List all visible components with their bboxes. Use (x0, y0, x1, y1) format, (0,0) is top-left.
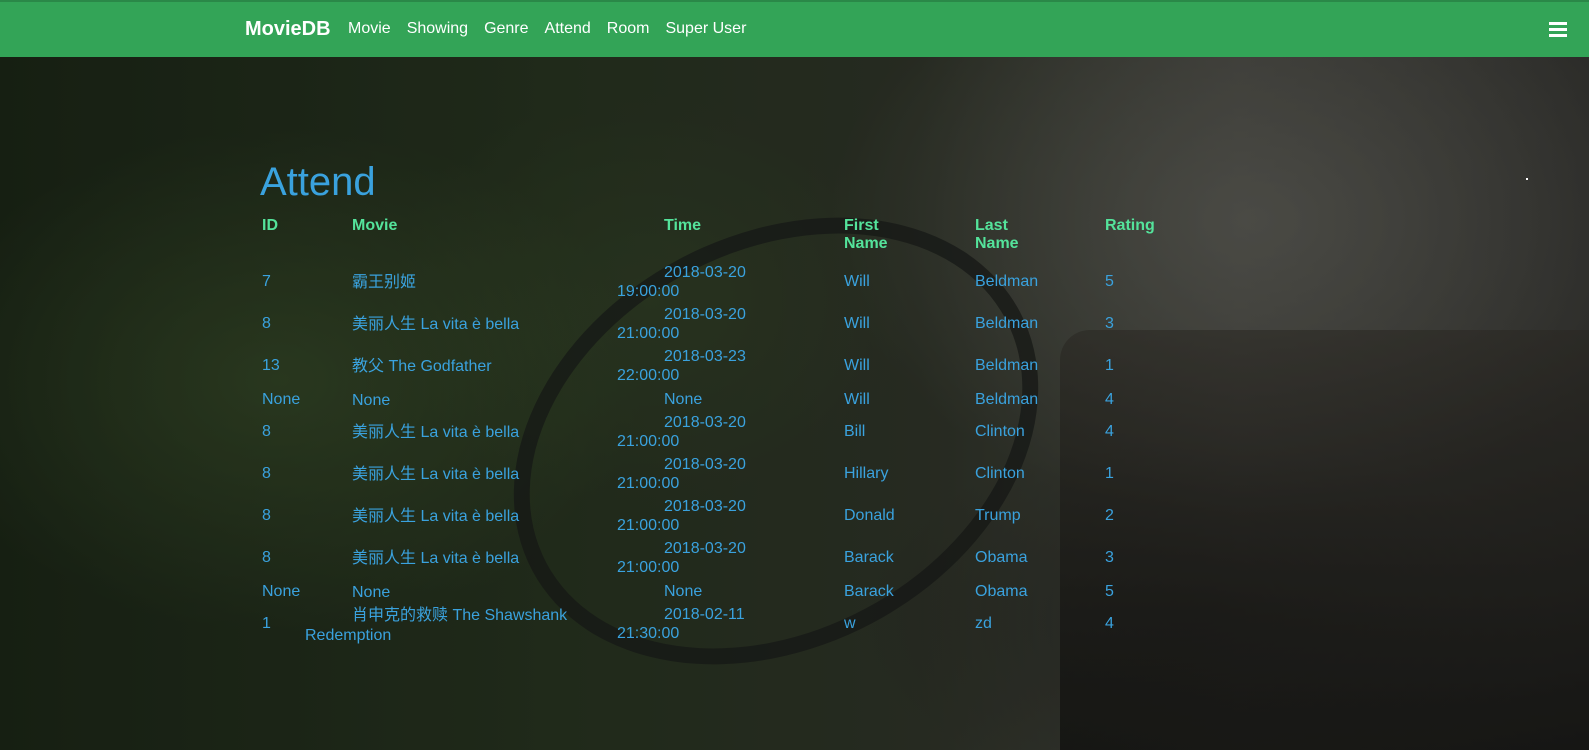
table-cell-time-date: None (664, 583, 703, 600)
table-cell-time-clock: 21:30:00 (617, 625, 680, 642)
table-cell-rating: 5 (1105, 583, 1114, 600)
nav-link-attend[interactable]: Attend (545, 20, 591, 38)
table-cell-last-name: Clinton (975, 423, 1025, 440)
table-cell-first-name: Hillary (844, 465, 889, 482)
header-time: Time (664, 217, 702, 234)
table-cell-time-clock: 22:00:00 (617, 367, 680, 384)
table-cell-id: 8 (262, 549, 271, 566)
header-rating: Rating (1105, 217, 1155, 234)
table-cell-time-clock: 21:00:00 (617, 325, 680, 342)
table-cell-time-date: 2018-03-20 (664, 540, 746, 557)
table-cell-time-clock: 21:00:00 (617, 433, 680, 450)
table-cell-rating: 2 (1105, 507, 1114, 524)
table-cell-time-date: 2018-03-20 (664, 456, 746, 473)
navbar: MovieDB Movie Showing Genre Attend Room … (0, 0, 1589, 57)
table-cell-id: 13 (262, 357, 280, 374)
table-cell-movie[interactable]: 美丽人生 La vita è bella (352, 423, 519, 442)
table-cell-rating: 1 (1105, 357, 1114, 374)
table-cell-last-name: Obama (975, 583, 1028, 600)
table-cell-time-date: 2018-03-20 (664, 264, 746, 281)
header-first-name: First Name (844, 217, 888, 252)
table-cell-id: 8 (262, 465, 271, 482)
nav-link-genre[interactable]: Genre (484, 20, 528, 38)
table-cell-rating: 5 (1105, 273, 1114, 290)
table-cell-rating: 1 (1105, 465, 1114, 482)
brand-link[interactable]: MovieDB (245, 18, 331, 41)
page-title: Attend (260, 160, 376, 204)
table-cell-movie[interactable]: 美丽人生 La vita è bella (352, 549, 519, 568)
table-cell-first-name: Will (844, 315, 870, 332)
table-cell-last-name: Obama (975, 549, 1028, 566)
nav-link-movie[interactable]: Movie (348, 20, 391, 38)
table-cell-rating: 4 (1105, 423, 1114, 440)
table-cell-first-name: Will (844, 273, 870, 290)
nav-link-super-user[interactable]: Super User (665, 20, 746, 38)
table-cell-rating: 4 (1105, 391, 1114, 408)
table-cell-movie[interactable]: 美丽人生 La vita è bella (352, 507, 519, 526)
background-overlay (0, 0, 1589, 750)
table-cell-last-name: Beldman (975, 315, 1039, 332)
table-cell-movie[interactable]: 霸王别姬 (352, 273, 416, 292)
table-cell-last-name: Clinton (975, 465, 1025, 482)
table-cell-first-name: Bill (844, 423, 866, 440)
table-cell-movie[interactable]: 教父 The Godfather (352, 357, 492, 376)
table-cell-id: 7 (262, 273, 271, 290)
table-cell-last-name: zd (975, 615, 992, 632)
table-cell-time-date: 2018-03-20 (664, 414, 746, 431)
table-cell-first-name: Barack (844, 549, 894, 566)
table-cell-first-name: Barack (844, 583, 894, 600)
table-cell-last-name: Beldman (975, 391, 1039, 408)
table-cell-time-date: 2018-03-20 (664, 306, 746, 323)
table-cell-id: 8 (262, 507, 271, 524)
table-cell-time-clock: 21:00:00 (617, 475, 680, 492)
nav-link-room[interactable]: Room (607, 20, 650, 38)
table-cell-first-name: w (844, 615, 856, 632)
table-cell-rating: 3 (1105, 549, 1114, 566)
nav-links: Movie Showing Genre Attend Room Super Us… (348, 20, 762, 38)
header-last-name: Last Name (975, 217, 1019, 252)
table-cell-time-date: None (664, 391, 703, 408)
table-cell-movie[interactable]: None (352, 391, 390, 410)
table-cell-time-clock: 21:00:00 (617, 517, 680, 534)
table-cell-movie[interactable]: 美丽人生 La vita è bella (352, 315, 519, 334)
decorative-dot (1526, 178, 1528, 180)
header-id: ID (262, 217, 278, 234)
table-cell-id: None (262, 391, 301, 408)
table-cell-id: 8 (262, 315, 271, 332)
table-cell-last-name: Beldman (975, 357, 1039, 374)
table-cell-time-date: 2018-03-23 (664, 348, 746, 365)
table-cell-id: 1 (262, 615, 271, 632)
hamburger-icon[interactable] (1549, 22, 1567, 38)
table-cell-movie-line2[interactable]: Redemption (305, 626, 391, 645)
table-cell-first-name: Will (844, 391, 870, 408)
table-cell-first-name: Donald (844, 507, 895, 524)
table-cell-movie[interactable]: None (352, 583, 390, 602)
table-cell-time-clock: 21:00:00 (617, 559, 680, 576)
table-cell-time-date: 2018-02-11 (664, 606, 745, 623)
table-cell-rating: 3 (1105, 315, 1114, 332)
table-cell-last-name: Trump (975, 507, 1021, 524)
table-cell-rating: 4 (1105, 615, 1114, 632)
header-movie: Movie (352, 217, 398, 234)
table-cell-movie[interactable]: 肖申克的救赎 The Shawshank (352, 606, 567, 625)
table-cell-id: None (262, 583, 301, 600)
table-cell-time-clock: 19:00:00 (617, 283, 680, 300)
table-cell-time-date: 2018-03-20 (664, 498, 746, 515)
table-cell-id: 8 (262, 423, 271, 440)
table-cell-last-name: Beldman (975, 273, 1039, 290)
nav-link-showing[interactable]: Showing (407, 20, 468, 38)
table-cell-movie[interactable]: 美丽人生 La vita è bella (352, 465, 519, 484)
table-cell-first-name: Will (844, 357, 870, 374)
